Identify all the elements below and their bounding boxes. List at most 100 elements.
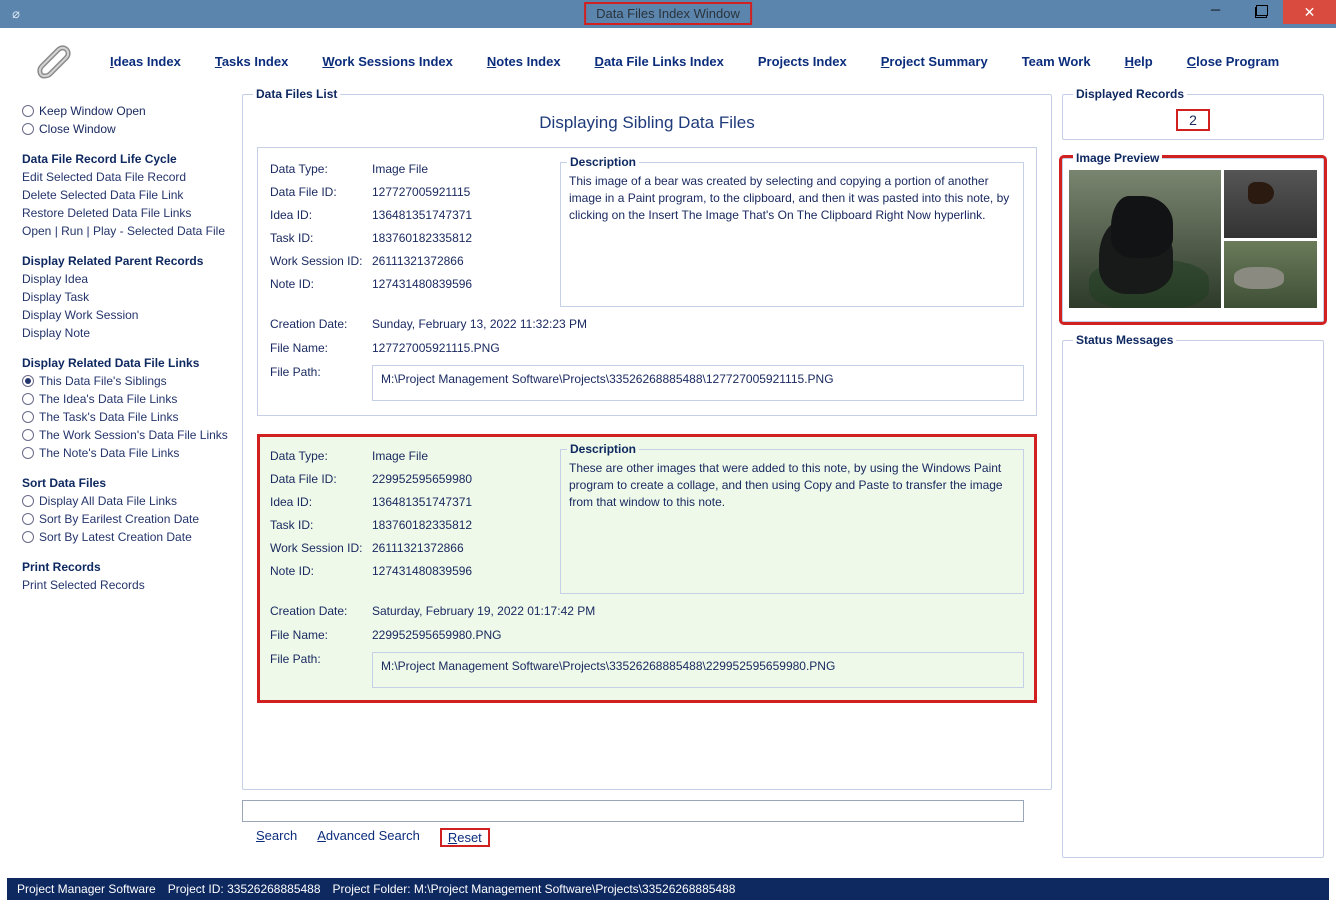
link-display-work-session[interactable]: Display Work Session (22, 308, 232, 322)
link-open-run-play[interactable]: Open | Run | Play - Selected Data File (22, 224, 232, 238)
menubar: Ideas Index Tasks Index Work Sessions In… (0, 28, 1336, 94)
value-idea-id: 136481351747371 (372, 208, 472, 222)
label-data-file-id: Data File ID: (270, 472, 372, 486)
radio-label: The Note's Data File Links (39, 446, 179, 460)
link-display-task[interactable]: Display Task (22, 290, 232, 304)
radio-keep-window-open[interactable]: Keep Window Open (22, 104, 232, 118)
section-sort-head: Sort Data Files (22, 476, 232, 490)
window-title: Data Files Index Window (584, 2, 752, 25)
value-idea-id: 136481351747371 (372, 495, 472, 509)
radio-worksession-links[interactable]: The Work Session's Data File Links (22, 428, 232, 442)
menu-projects-index[interactable]: Projects Index (758, 54, 847, 69)
description-box: Description These are other images that … (560, 449, 1024, 594)
radio-icon (22, 393, 34, 405)
label-data-file-id: Data File ID: (270, 185, 372, 199)
radio-task-links[interactable]: The Task's Data File Links (22, 410, 232, 424)
radio-siblings[interactable]: This Data File's Siblings (22, 374, 232, 388)
menu-team-work[interactable]: Team Work (1022, 54, 1091, 69)
link-edit-selected[interactable]: Edit Selected Data File Record (22, 170, 232, 184)
status-bar: Project Manager Software Project ID: 335… (7, 878, 1329, 900)
group-legend: Status Messages (1073, 333, 1176, 347)
value-creation-date: Saturday, February 19, 2022 01:17:42 PM (372, 604, 595, 618)
reset-link[interactable]: Reset (440, 828, 490, 847)
radio-label: This Data File's Siblings (39, 374, 167, 388)
value-ws-id: 26111321372866 (372, 541, 464, 555)
label-ws-id: Work Session ID: (270, 541, 372, 555)
label-idea-id: Idea ID: (270, 495, 372, 509)
value-data-type: Image File (372, 162, 428, 176)
label-note-id: Note ID: (270, 277, 372, 291)
preview-image-thumb (1224, 241, 1317, 309)
menu-work-sessions-index[interactable]: Work Sessions Index (322, 54, 453, 69)
logo-icon (30, 38, 76, 84)
radio-icon (22, 429, 34, 441)
value-task-id: 183760182335812 (372, 231, 472, 245)
value-ws-id: 26111321372866 (372, 254, 464, 268)
menu-help[interactable]: Help (1125, 54, 1153, 69)
footer-project-folder: Project Folder: M:\Project Management So… (333, 882, 736, 896)
radio-idea-links[interactable]: The Idea's Data File Links (22, 392, 232, 406)
radio-sort-earliest[interactable]: Sort By Earilest Creation Date (22, 512, 232, 526)
main-area: Keep Window Open Close Window Data File … (0, 94, 1336, 868)
data-files-list-group: Data Files List Displaying Sibling Data … (242, 94, 1052, 790)
label-file-name: File Name: (270, 341, 372, 355)
menu-tasks-index[interactable]: Tasks Index (215, 54, 288, 69)
radio-icon (22, 495, 34, 507)
window-controls (1193, 0, 1336, 24)
left-panel: Keep Window Open Close Window Data File … (12, 94, 232, 868)
value-file-name: 229952595659980.PNG (372, 628, 501, 642)
search-link[interactable]: Search (256, 828, 297, 847)
search-input[interactable] (242, 800, 1024, 822)
radio-close-window[interactable]: Close Window (22, 122, 232, 136)
preview-image-thumb (1224, 170, 1317, 238)
maximize-button[interactable] (1238, 0, 1283, 24)
app-icon: ⌀ (4, 6, 28, 22)
radio-label: Display All Data File Links (39, 494, 177, 508)
group-legend: Displayed Records (1073, 87, 1187, 101)
radio-label: Sort By Latest Creation Date (39, 530, 192, 544)
radio-label: The Idea's Data File Links (39, 392, 177, 406)
radio-display-all[interactable]: Display All Data File Links (22, 494, 232, 508)
menu-data-file-links-index[interactable]: Data File Links Index (595, 54, 724, 69)
radio-note-links[interactable]: The Note's Data File Links (22, 446, 232, 460)
menu-close-program[interactable]: Close Program (1187, 54, 1279, 69)
description-text: This image of a bear was created by sele… (569, 173, 1015, 223)
radio-icon (22, 123, 34, 135)
label-ws-id: Work Session ID: (270, 254, 372, 268)
description-text: These are other images that were added t… (569, 460, 1015, 510)
record-card-selected[interactable]: Data Type:Image File Data File ID:229952… (257, 434, 1037, 703)
close-button[interactable] (1283, 0, 1336, 24)
list-header: Displaying Sibling Data Files (257, 109, 1037, 147)
section-print-head: Print Records (22, 560, 232, 574)
link-print-selected[interactable]: Print Selected Records (22, 578, 232, 592)
label-file-path: File Path: (270, 652, 372, 666)
description-box: Description This image of a bear was cre… (560, 162, 1024, 307)
menu-project-summary[interactable]: Project Summary (881, 54, 988, 69)
status-messages-group: Status Messages (1062, 340, 1324, 858)
value-file-path: M:\Project Management Software\Projects\… (372, 365, 1024, 401)
group-legend: Image Preview (1073, 151, 1162, 165)
displayed-records-value: 2 (1176, 109, 1210, 131)
radio-icon (22, 513, 34, 525)
link-delete-selected[interactable]: Delete Selected Data File Link (22, 188, 232, 202)
radio-label: The Task's Data File Links (39, 410, 178, 424)
value-task-id: 183760182335812 (372, 518, 472, 532)
link-restore-deleted[interactable]: Restore Deleted Data File Links (22, 206, 232, 220)
record-card[interactable]: Data Type:Image File Data File ID:127727… (257, 147, 1037, 416)
radio-icon (22, 531, 34, 543)
minimize-button[interactable] (1193, 0, 1238, 24)
value-note-id: 127431480839596 (372, 564, 472, 578)
section-lifecycle-head: Data File Record Life Cycle (22, 152, 232, 166)
center-panel: Data Files List Displaying Sibling Data … (242, 94, 1052, 868)
preview-image-main (1069, 170, 1221, 308)
menu-ideas-index[interactable]: Ideas Index (110, 54, 181, 69)
link-display-note[interactable]: Display Note (22, 326, 232, 340)
value-data-type: Image File (372, 449, 428, 463)
menu-notes-index[interactable]: Notes Index (487, 54, 561, 69)
radio-label: Keep Window Open (39, 104, 146, 118)
radio-sort-latest[interactable]: Sort By Latest Creation Date (22, 530, 232, 544)
radio-label: Sort By Earilest Creation Date (39, 512, 199, 526)
link-display-idea[interactable]: Display Idea (22, 272, 232, 286)
image-preview-group: Image Preview (1062, 158, 1324, 322)
advanced-search-link[interactable]: Advanced Search (317, 828, 420, 847)
